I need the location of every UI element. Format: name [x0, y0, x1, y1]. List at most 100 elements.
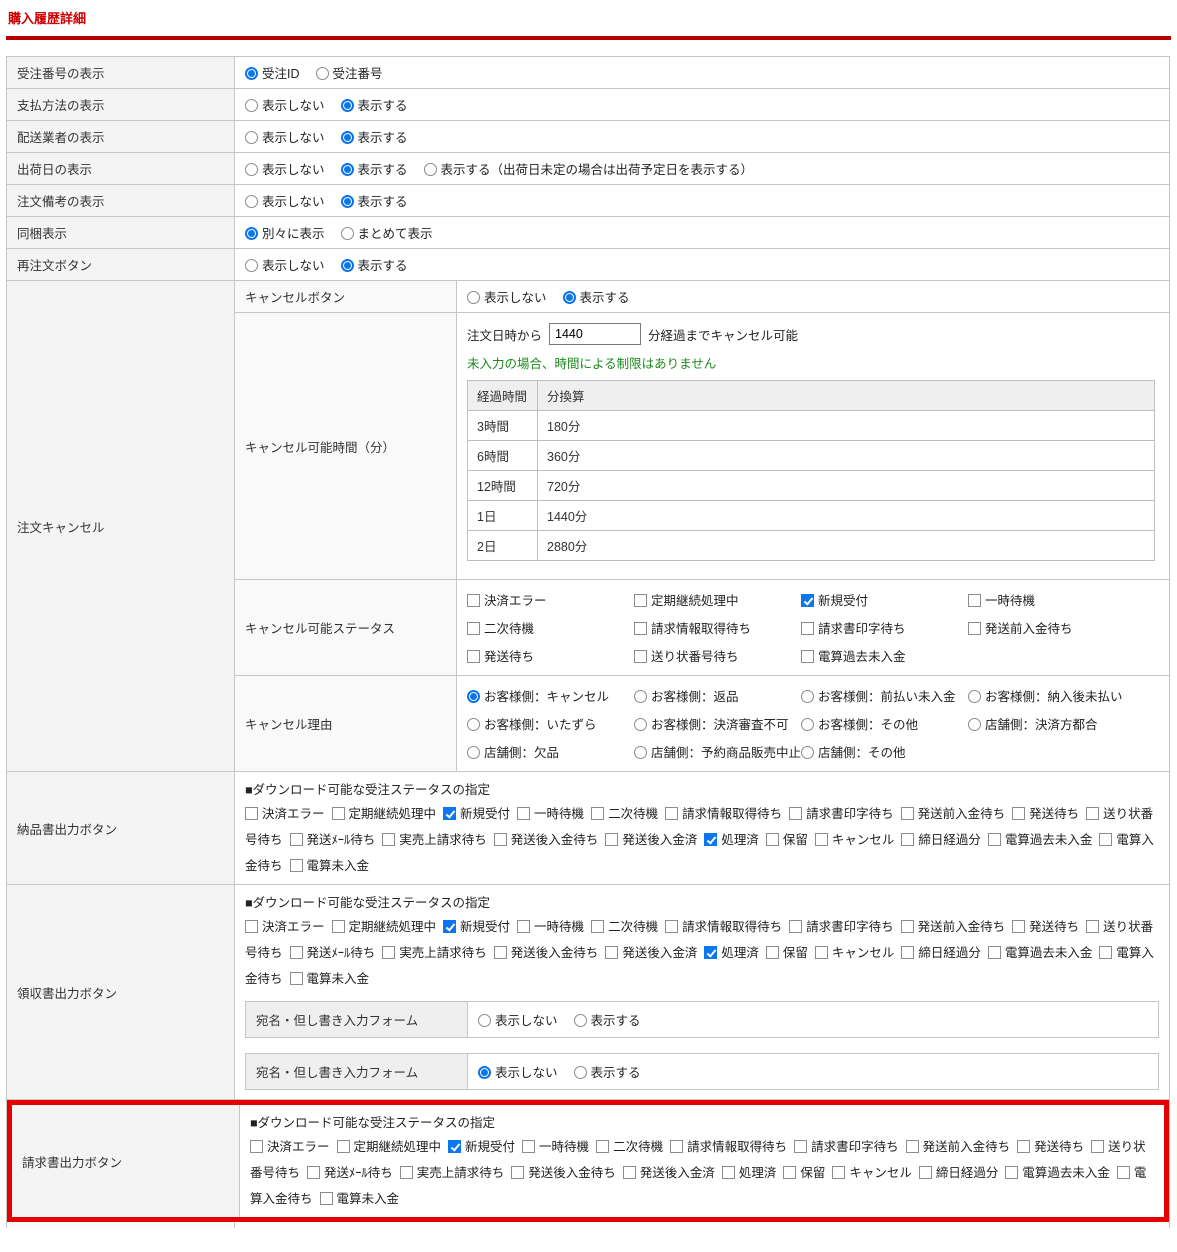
checkbox-icon[interactable] [290, 972, 303, 985]
checkbox-icon[interactable] [1086, 920, 1099, 933]
checkbox-option[interactable]: 実売上請求待ち [382, 833, 487, 847]
checkbox-option[interactable]: 発送待ち [1012, 920, 1079, 934]
checkbox-icon[interactable] [290, 946, 303, 959]
checkbox-icon[interactable] [968, 622, 981, 635]
radio-option[interactable]: 表示する [341, 191, 408, 210]
checkbox-option[interactable]: 締日経過分 [919, 1166, 999, 1180]
checkbox-option[interactable]: 実売上請求待ち [400, 1166, 505, 1180]
checkbox-icon[interactable] [783, 1166, 796, 1179]
checkbox-option[interactable]: 請求書印字待ち [789, 920, 894, 934]
checkbox-icon[interactable] [789, 920, 802, 933]
checkbox-icon[interactable] [766, 833, 779, 846]
checkbox-icon[interactable] [1017, 1140, 1030, 1153]
radio-option[interactable]: 受注番号 [316, 63, 383, 82]
checkbox-option[interactable]: 一時待機 [522, 1140, 589, 1154]
checkbox-icon[interactable] [332, 807, 345, 820]
checkbox-option[interactable]: 発送後入金済 [623, 1166, 715, 1180]
radio-icon[interactable] [634, 690, 647, 703]
checkbox-option[interactable]: 請求書印字待ち [794, 1140, 899, 1154]
radio-icon[interactable] [467, 746, 480, 759]
radio-option[interactable]: 表示する [341, 255, 408, 274]
radio-icon[interactable] [341, 227, 354, 240]
radio-icon[interactable] [245, 67, 258, 80]
checkbox-icon[interactable] [290, 859, 303, 872]
radio-icon[interactable] [563, 291, 576, 304]
checkbox-icon[interactable] [789, 807, 802, 820]
checkbox-icon[interactable] [634, 594, 647, 607]
checkbox-option[interactable]: 二次待機 [591, 920, 658, 934]
checkbox-option[interactable]: 発送待ち [1012, 807, 1079, 821]
checkbox-option[interactable]: 決済エラー [250, 1140, 330, 1154]
checkbox-icon[interactable] [901, 946, 914, 959]
checkbox-icon[interactable] [801, 650, 814, 663]
checkbox-option[interactable]: 二次待機 [596, 1140, 663, 1154]
checkbox-option[interactable]: 発送ﾒｰﾙ待ち [307, 1166, 393, 1180]
checkbox-icon[interactable] [290, 833, 303, 846]
checkbox-option[interactable]: 発送前入金待ち [906, 1140, 1011, 1154]
checkbox-option[interactable]: 二次待機 [591, 807, 658, 821]
checkbox-option[interactable]: 保留 [766, 833, 808, 847]
radio-icon[interactable] [341, 163, 354, 176]
checkbox-option[interactable]: 処理済 [704, 946, 759, 960]
checkbox-icon[interactable] [704, 833, 717, 846]
checkbox-option[interactable]: 発送後入金待ち [494, 946, 599, 960]
radio-option[interactable]: 表示しない [478, 1062, 558, 1081]
radio-option[interactable]: 表示しない [245, 127, 325, 146]
checkbox-icon[interactable] [382, 833, 395, 846]
radio-option[interactable]: 表示する（出荷日未定の場合は出荷予定日を表示する） [424, 159, 754, 178]
radio-icon[interactable] [341, 195, 354, 208]
checkbox-icon[interactable] [634, 650, 647, 663]
checkbox-icon[interactable] [670, 1140, 683, 1153]
checkbox-icon[interactable] [901, 833, 914, 846]
radio-icon[interactable] [245, 131, 258, 144]
checkbox-option[interactable]: 決済エラー [245, 807, 325, 821]
checkbox-icon[interactable] [448, 1140, 461, 1153]
checkbox-option[interactable]: 電算過去未入金 [1005, 1166, 1110, 1180]
radio-icon[interactable] [478, 1066, 491, 1079]
radio-icon[interactable] [467, 718, 480, 731]
radio-icon[interactable] [467, 690, 480, 703]
radio-icon[interactable] [574, 1066, 587, 1079]
checkbox-icon[interactable] [906, 1140, 919, 1153]
checkbox-option[interactable]: 保留 [766, 946, 808, 960]
checkbox-icon[interactable] [320, 1192, 333, 1205]
checkbox-option[interactable]: 発送後入金済 [605, 946, 697, 960]
checkbox-icon[interactable] [766, 946, 779, 959]
checkbox-option[interactable]: 保留 [783, 1166, 825, 1180]
checkbox-icon[interactable] [815, 946, 828, 959]
checkbox-icon[interactable] [517, 807, 530, 820]
checkbox-option[interactable]: 請求情報取得待ち [634, 618, 801, 637]
checkbox-icon[interactable] [1099, 833, 1112, 846]
checkbox-option[interactable]: 締日経過分 [901, 946, 981, 960]
radio-option[interactable]: 受注ID [245, 63, 300, 82]
checkbox-option[interactable]: 一時待機 [517, 920, 584, 934]
checkbox-icon[interactable] [494, 833, 507, 846]
checkbox-icon[interactable] [382, 946, 395, 959]
checkbox-option[interactable]: キャンセル [815, 946, 895, 960]
radio-option[interactable]: 店舗側：予約商品販売中止 [634, 742, 801, 761]
radio-icon[interactable] [634, 718, 647, 731]
radio-option[interactable]: お客様側：納入後未払い [968, 686, 1159, 705]
radio-option[interactable]: 店舗側：欠品 [467, 742, 634, 761]
checkbox-icon[interactable] [634, 622, 647, 635]
radio-icon[interactable] [801, 746, 814, 759]
checkbox-icon[interactable] [801, 594, 814, 607]
checkbox-option[interactable]: 請求書印字待ち [801, 618, 968, 637]
checkbox-icon[interactable] [1086, 807, 1099, 820]
checkbox-icon[interactable] [704, 946, 717, 959]
checkbox-icon[interactable] [901, 920, 914, 933]
radio-icon[interactable] [801, 690, 814, 703]
checkbox-icon[interactable] [467, 622, 480, 635]
checkbox-icon[interactable] [511, 1166, 524, 1179]
checkbox-icon[interactable] [901, 807, 914, 820]
checkbox-option[interactable]: 新規受付 [448, 1140, 515, 1154]
checkbox-icon[interactable] [517, 920, 530, 933]
radio-icon[interactable] [968, 690, 981, 703]
checkbox-option[interactable]: 一時待機 [968, 590, 1159, 609]
checkbox-option[interactable]: 電算未入金 [290, 972, 370, 986]
checkbox-icon[interactable] [988, 946, 1001, 959]
checkbox-icon[interactable] [1099, 946, 1112, 959]
checkbox-option[interactable]: 発送ﾒｰﾙ待ち [290, 833, 376, 847]
radio-option[interactable]: 表示する [341, 95, 408, 114]
checkbox-option[interactable]: 決済エラー [467, 590, 634, 609]
